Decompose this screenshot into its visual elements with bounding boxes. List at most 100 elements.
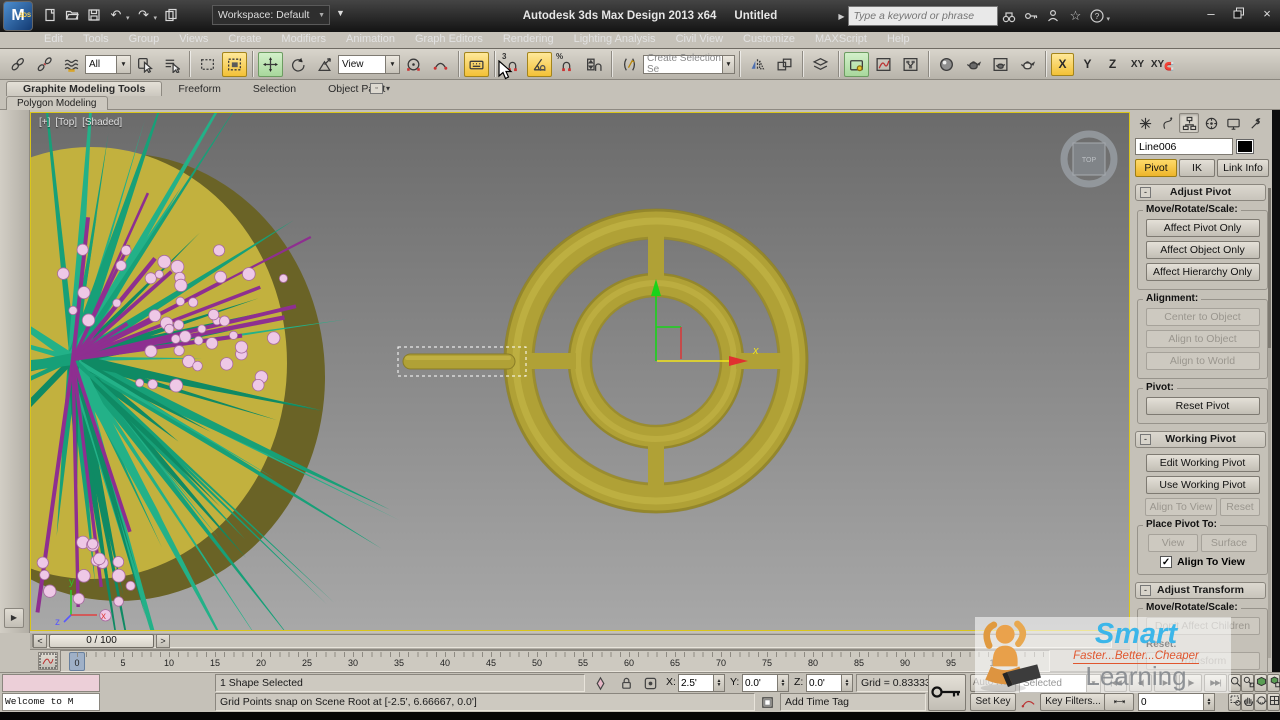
render-setup-icon[interactable] bbox=[961, 52, 986, 77]
ik-tab-button[interactable]: IK bbox=[1179, 159, 1215, 177]
ribbon-tab-freeform[interactable]: Freeform bbox=[162, 82, 237, 96]
select-by-name-icon[interactable] bbox=[159, 52, 184, 77]
create-tab-icon[interactable] bbox=[1135, 113, 1155, 133]
redo-icon[interactable]: ↷ bbox=[134, 5, 154, 25]
viewport-menu-shading[interactable]: [Shaded] bbox=[82, 117, 122, 128]
spinner-snap-icon[interactable] bbox=[581, 52, 606, 77]
menu-create[interactable]: Create bbox=[218, 32, 271, 48]
maxscript-listener-pink[interactable] bbox=[2, 674, 100, 692]
edit-working-pivot-button[interactable]: Edit Working Pivot bbox=[1145, 454, 1260, 472]
material-editor-icon[interactable] bbox=[934, 52, 959, 77]
select-and-move-icon[interactable] bbox=[258, 51, 283, 77]
undo-icon[interactable]: ↶ bbox=[106, 5, 126, 25]
align-to-world-button[interactable]: Align to World bbox=[1145, 352, 1260, 370]
search-binoculars-icon[interactable] bbox=[998, 5, 1020, 27]
reference-coordinate-dropdown[interactable]: View ▼ bbox=[338, 54, 400, 74]
current-frame-field[interactable]: ▲▼ bbox=[1138, 693, 1215, 711]
panel-scrollbar[interactable] bbox=[1268, 188, 1271, 658]
affect-hierarchy-only-button[interactable]: Affect Hierarchy Only bbox=[1145, 263, 1260, 281]
menu-views[interactable]: Views bbox=[169, 32, 218, 48]
angle-snap-icon[interactable] bbox=[527, 51, 552, 77]
utilities-tab-icon[interactable] bbox=[1245, 113, 1265, 133]
rollout-working-pivot[interactable]: - Working Pivot bbox=[1135, 431, 1266, 448]
place-view-button[interactable]: View bbox=[1148, 534, 1198, 552]
ribbon-panel-polygon-modeling[interactable]: Polygon Modeling bbox=[6, 96, 108, 110]
spinner-icon[interactable]: ▲ ▼ bbox=[1204, 693, 1215, 711]
workspace-flyout-icon[interactable]: ▼ bbox=[336, 8, 345, 18]
add-time-tag[interactable]: Add Time Tag bbox=[780, 693, 926, 711]
selection-filter-dropdown[interactable]: All ▼ bbox=[85, 54, 131, 74]
object-name-input[interactable] bbox=[1135, 138, 1233, 155]
go-to-end-icon[interactable]: ▶▶| bbox=[1204, 674, 1227, 692]
app-logo[interactable]: M 3DS bbox=[3, 1, 33, 31]
menu-customize[interactable]: Customize bbox=[733, 32, 805, 48]
favorites-star-icon[interactable]: ☆ bbox=[1064, 5, 1086, 27]
pan-hand-icon[interactable] bbox=[1241, 693, 1254, 711]
next-frame-icon[interactable]: |▶ bbox=[1179, 674, 1202, 692]
key-mode-toggle-icon[interactable]: ⇤⇥ bbox=[1104, 693, 1134, 711]
collapse-icon[interactable]: - bbox=[1140, 187, 1151, 198]
ribbon-tab-graphite-modeling-tools[interactable]: Graphite Modeling Tools bbox=[6, 81, 163, 96]
named-selection-sets-icon[interactable] bbox=[617, 52, 642, 77]
motion-tab-icon[interactable] bbox=[1201, 113, 1221, 133]
zoom-extents-icon[interactable] bbox=[1254, 674, 1267, 692]
affect-object-only-button[interactable]: Affect Object Only bbox=[1145, 241, 1260, 259]
previous-frame-button[interactable]: < bbox=[33, 634, 47, 648]
previous-frame-icon[interactable]: ◀| bbox=[1129, 674, 1152, 692]
menu-group[interactable]: Group bbox=[119, 32, 170, 48]
window-crossing-toggle-icon[interactable] bbox=[222, 51, 247, 77]
rollout-adjust-pivot[interactable]: - Adjust Pivot bbox=[1135, 184, 1266, 201]
place-surface-button[interactable]: Surface bbox=[1201, 534, 1257, 552]
undo-flyout-icon[interactable]: ▾ bbox=[126, 14, 130, 22]
maximize-viewport-icon[interactable] bbox=[1267, 693, 1280, 711]
menu-tools[interactable]: Tools bbox=[73, 32, 119, 48]
x-coord-field[interactable]: ▲▼ bbox=[678, 674, 725, 692]
time-slider-handle[interactable]: 0 / 100 bbox=[49, 634, 154, 648]
collapse-icon[interactable]: - bbox=[1140, 434, 1151, 445]
maxscript-listener-input[interactable]: Welcome to M bbox=[2, 693, 100, 711]
rollout-adjust-transform[interactable]: - Adjust Transform bbox=[1135, 582, 1266, 599]
ribbon-minimize-icon[interactable]: ▫ bbox=[370, 83, 383, 94]
curve-editor-icon[interactable] bbox=[871, 52, 896, 77]
link-info-tab-button[interactable]: Link Info bbox=[1217, 159, 1269, 177]
default-in-out-tangents-icon[interactable] bbox=[1018, 693, 1038, 711]
communication-center-icon[interactable] bbox=[1042, 5, 1064, 27]
mirror-icon[interactable] bbox=[745, 52, 770, 77]
viewport-menu-general[interactable]: [+] bbox=[39, 117, 50, 128]
scrollbar-thumb[interactable] bbox=[1268, 188, 1271, 348]
schematic-view-icon[interactable] bbox=[898, 52, 923, 77]
dont-affect-children-button[interactable]: Don't Affect Children bbox=[1145, 617, 1260, 635]
select-and-link-icon[interactable] bbox=[5, 52, 30, 77]
search-input[interactable] bbox=[848, 6, 999, 26]
help-flyout-icon[interactable]: ▾ bbox=[1106, 15, 1110, 23]
spinner-icon[interactable]: ▲ ▼ bbox=[778, 674, 789, 692]
render-production-icon[interactable] bbox=[1015, 52, 1040, 77]
percent-snap-icon[interactable]: % bbox=[554, 52, 579, 77]
zoom-region-icon[interactable] bbox=[1228, 693, 1241, 711]
z-coord-field[interactable]: ▲▼ bbox=[806, 674, 853, 692]
select-and-scale-icon[interactable] bbox=[312, 52, 337, 77]
subscription-key-icon[interactable] bbox=[1020, 5, 1042, 27]
next-frame-button[interactable]: > bbox=[156, 634, 170, 648]
selection-lock-icon[interactable] bbox=[616, 674, 636, 692]
redo-flyout-icon[interactable]: ▾ bbox=[154, 14, 158, 22]
axis-constraint-z-button[interactable]: Z bbox=[1101, 53, 1124, 76]
keyboard-shortcut-override-icon[interactable] bbox=[464, 51, 489, 77]
time-slider-track[interactable] bbox=[32, 634, 1112, 648]
menu-maxscript[interactable]: MAXScript bbox=[805, 32, 877, 48]
auto-key-button[interactable]: Auto Key bbox=[970, 674, 1016, 692]
minimize-button[interactable]: – bbox=[1200, 4, 1222, 22]
reset-button[interactable]: Reset bbox=[1220, 498, 1260, 516]
menu-edit[interactable]: Edit bbox=[34, 32, 73, 48]
named-selection-set-combo[interactable]: Create Selection Se ▼ bbox=[643, 53, 735, 75]
menu-graph-editors[interactable]: Graph Editors bbox=[405, 32, 493, 48]
zoom-all-icon[interactable] bbox=[1241, 674, 1255, 692]
menu-lighting-analysis[interactable]: Lighting Analysis bbox=[564, 32, 666, 48]
collapse-icon[interactable]: - bbox=[1140, 585, 1151, 596]
menu-civil-view[interactable]: Civil View bbox=[666, 32, 733, 48]
transform-reset-button[interactable]: Transform bbox=[1145, 652, 1260, 670]
use-working-pivot-button[interactable]: Use Working Pivot bbox=[1145, 476, 1260, 494]
reset-pivot-button[interactable]: Reset Pivot bbox=[1145, 397, 1260, 415]
bind-to-space-warp-icon[interactable] bbox=[59, 52, 84, 77]
align-to-view-button[interactable]: Align To View bbox=[1145, 498, 1217, 516]
